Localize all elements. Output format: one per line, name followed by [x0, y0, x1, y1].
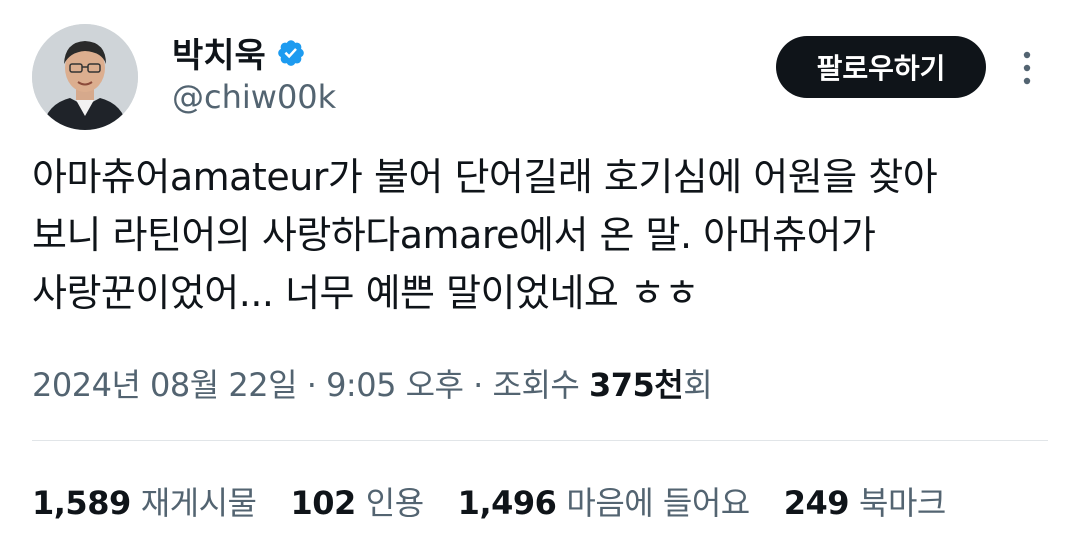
stat-label: 마음에 들어요: [566, 484, 750, 522]
stat-number: 1,589: [32, 484, 131, 522]
stat-bookmarks[interactable]: 249 북마크: [783, 478, 947, 524]
meta-separator: ·: [297, 366, 327, 404]
tweet-text: 아마츄어amateur가 불어 단어길래 호기심에 어원을 찾아 보니 라틴어의…: [32, 155, 938, 315]
tweet-time[interactable]: 9:05 오후: [326, 366, 464, 404]
views-count: 375천: [589, 366, 684, 404]
stat-reposts[interactable]: 1,589 재게시물: [32, 478, 257, 524]
stat-label: 인용: [365, 484, 424, 522]
stat-label: 북마크: [859, 484, 946, 522]
name-row: 박치욱: [172, 28, 306, 77]
meta-separator: ·: [463, 366, 493, 404]
user-handle[interactable]: @chiw00k: [172, 78, 336, 116]
engagement-stats: 1,589 재게시물 102 인용 1,496 마음에 들어요 249 북마크: [32, 478, 946, 524]
avatar-image: [32, 24, 138, 130]
stat-number: 102: [290, 484, 356, 522]
views-prefix: 조회수: [492, 366, 589, 404]
views-suffix: 회: [683, 366, 713, 404]
display-name[interactable]: 박치욱: [172, 28, 266, 77]
follow-button[interactable]: 팔로우하기: [776, 36, 986, 98]
avatar[interactable]: [32, 24, 138, 130]
verified-badge-icon: [276, 38, 306, 68]
tweet-date[interactable]: 2024년 08월 22일: [32, 366, 298, 404]
tweet-card: 박치욱 @chiw00k 팔로우하기 아마츄어amateur가 불어 단어길래 …: [0, 0, 1080, 536]
stat-number: 1,496: [457, 484, 557, 522]
stat-label: 재게시물: [140, 484, 257, 522]
stat-quotes[interactable]: 102 인용: [290, 478, 424, 524]
divider: [32, 440, 1048, 441]
stat-likes[interactable]: 1,496 마음에 들어요: [457, 478, 751, 524]
more-vertical-icon[interactable]: [1012, 48, 1042, 88]
tweet-meta: 2024년 08월 22일 · 9:05 오후 · 조회수 375천회: [32, 360, 713, 406]
stat-number: 249: [783, 484, 850, 522]
